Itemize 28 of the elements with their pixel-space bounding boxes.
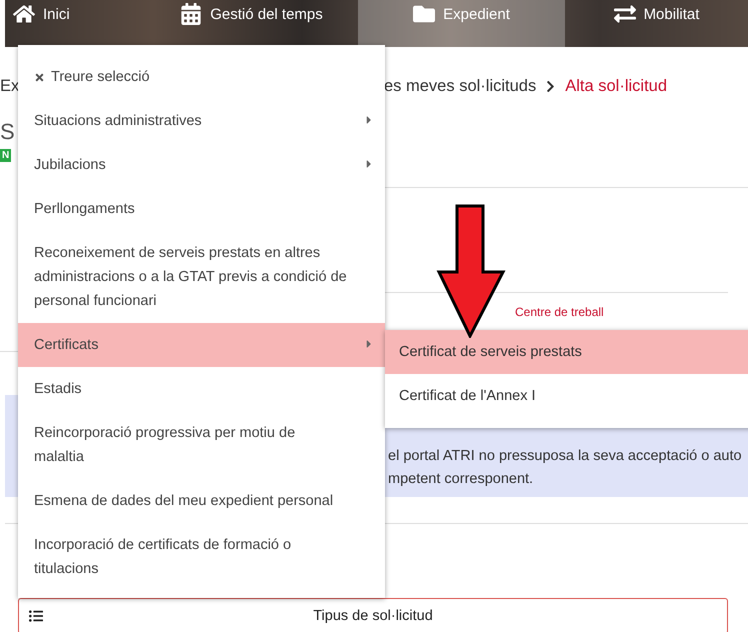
nav-tab[interactable]: Mobilitat [565,0,748,47]
breadcrumb-link[interactable]: es meves sol·licituds [384,76,536,96]
menu-item[interactable]: Jubilacions [18,143,385,187]
folder-icon [413,3,436,25]
menu-item[interactable]: Situacions administratives [18,99,385,143]
swap-arrows-icon [614,3,636,25]
submenu-item[interactable]: Certificat de serveis prestats [385,330,748,374]
status-badge: N [0,149,12,162]
field-label: Centre de treball [515,305,604,319]
nav-tab[interactable]: Inici [5,0,145,47]
notice-text: el portal ATRI no pressuposa la seva acceptació o auto [388,447,743,466]
clear-selection-item[interactable]: Treure selecció [18,59,385,99]
menu-item[interactable]: Incorporació de certificats de formació o titulacions [18,523,385,591]
breadcrumb-current: Alta sol·licitud [565,76,668,96]
menu-item[interactable]: Esmena de dades del meu expedient personal [18,479,385,523]
menu-item[interactable]: Perllongaments [18,187,385,231]
nav-tab[interactable]: Expedient [358,0,565,47]
list-icon [29,609,43,623]
page-title: S [0,119,15,144]
notice-text: mpetent corresponent. [388,470,534,489]
close-icon [34,72,45,83]
menu-item[interactable]: Reconeixement de serveis prestats en altres administracions o a la GTAT previs a condició de personal funcionari [18,231,385,323]
menu-item[interactable]: Certificats [18,323,385,367]
home-icon [13,3,35,25]
calendar-icon [180,3,202,25]
menu-item[interactable]: Estadis [18,367,385,411]
menu-item[interactable]: Reincorporació progressiva per motiu de malaltia [18,411,385,479]
nav-tab[interactable]: Gestió del temps [145,0,358,47]
